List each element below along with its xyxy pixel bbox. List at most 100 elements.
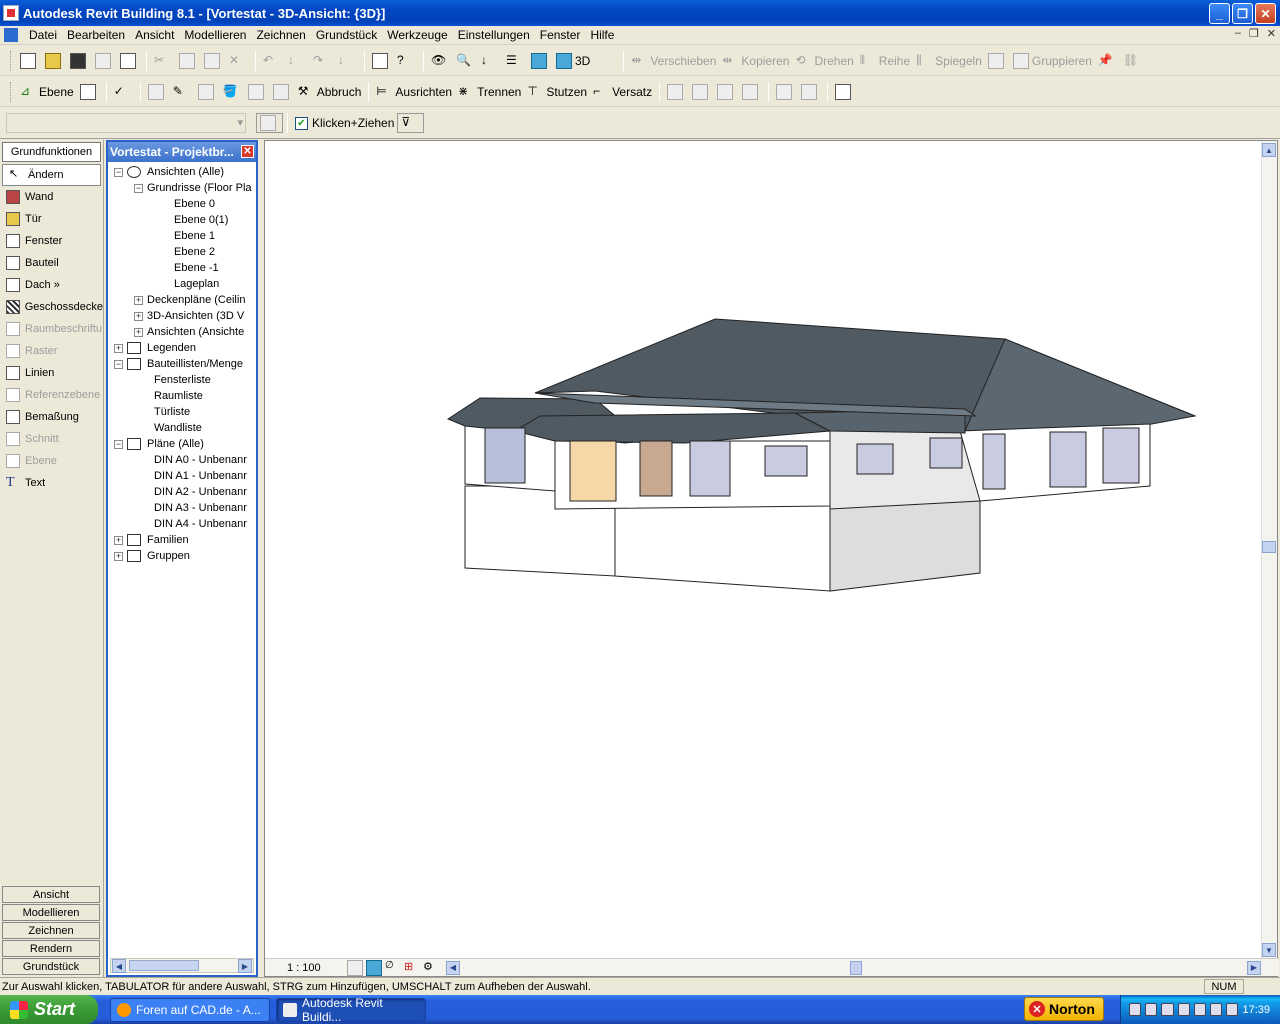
undo-dropdown[interactable]: ↓ <box>285 50 310 72</box>
spelling-button[interactable]: ✓ <box>111 81 136 103</box>
start-button[interactable]: Start <box>0 995 98 1024</box>
tree-node[interactable]: Raumliste <box>108 388 256 404</box>
open-button[interactable] <box>42 50 67 72</box>
view-scale[interactable]: 1 : 100 <box>287 962 347 974</box>
thin-lines-button[interactable]: ☰ <box>503 50 528 72</box>
tree-node[interactable]: Türliste <box>108 404 256 420</box>
collapse-icon[interactable]: − <box>114 439 123 449</box>
tree-node[interactable]: − Grundrisse (Floor Pla <box>108 180 256 196</box>
copy-button[interactable] <box>176 50 201 72</box>
design-item-text[interactable]: T Text <box>0 472 103 494</box>
tree-node[interactable]: − Ansichten (Alle) <box>108 164 256 180</box>
tree-node[interactable]: DIN A2 - Unbenanr <box>108 484 256 500</box>
tool-c-button[interactable] <box>714 81 739 103</box>
menu-bearbeiten[interactable]: Bearbeiten <box>62 28 130 42</box>
undo-button[interactable]: ↶ <box>260 50 285 72</box>
paste-button[interactable] <box>201 50 226 72</box>
scroll-down-arrow-icon[interactable]: ▼ <box>1262 943 1276 957</box>
offset-button[interactable]: ⌐ Versatz <box>590 81 655 103</box>
expand-icon[interactable]: + <box>114 535 123 545</box>
tree-node[interactable]: + Deckenpläne (Ceilin <box>108 292 256 308</box>
menu-modellieren[interactable]: Modellieren <box>179 28 251 42</box>
zoom-dropdown[interactable]: ↓ <box>478 50 503 72</box>
expand-icon[interactable]: + <box>134 311 143 321</box>
split-face-button[interactable] <box>195 81 220 103</box>
design-item-schnitt[interactable]: Schnitt <box>0 428 103 450</box>
view-vscrollbar[interactable]: ▲ ▼ <box>1261 141 1277 959</box>
menu-hilfe[interactable]: Hilfe <box>585 28 619 42</box>
rotate-button[interactable]: ⟲ Drehen <box>792 50 856 72</box>
taskbar-item-firefox[interactable]: Foren auf CAD.de - A... <box>110 997 270 1022</box>
tree-node[interactable]: + Ansichten (Ansichte <box>108 324 256 340</box>
eyedropper-button[interactable]: ✎ <box>170 81 195 103</box>
demolish-button[interactable]: ⚒ Abbruch <box>295 81 365 103</box>
expand-icon[interactable]: + <box>114 551 123 561</box>
tool-a-button[interactable] <box>664 81 689 103</box>
doc-restore-button[interactable]: ❐ <box>1249 27 1259 40</box>
designbar-tab-ansicht[interactable]: Ansicht <box>2 886 100 903</box>
tray-security-icon[interactable] <box>1210 1003 1223 1016</box>
design-item-geschossdecke[interactable]: Geschossdecke <box>0 296 103 318</box>
close-icon[interactable]: ✕ <box>241 145 254 158</box>
help-button[interactable]: ? <box>394 50 419 72</box>
norton-button[interactable]: ✕ Norton <box>1024 997 1104 1021</box>
menu-grundstueck[interactable]: Grundstück <box>311 28 382 42</box>
paint-button[interactable]: 🪣 <box>220 81 245 103</box>
tree-node[interactable]: Lageplan <box>108 276 256 292</box>
design-item-raster[interactable]: Raster <box>0 340 103 362</box>
show-plane-button[interactable] <box>77 81 102 103</box>
detail-level-icon[interactable] <box>347 959 363 976</box>
zoom-button[interactable]: 🔍 <box>453 50 478 72</box>
tool-d-button[interactable] <box>739 81 764 103</box>
copy-element-button[interactable]: ⇹ Kopieren <box>719 50 792 72</box>
default-3d-button[interactable]: 3D <box>553 50 593 72</box>
model-graphics-icon[interactable] <box>366 959 382 976</box>
tree-node[interactable]: + Familien <box>108 532 256 548</box>
tree-node[interactable]: Ebene 0 <box>108 196 256 212</box>
shadows-icon[interactable]: ∅ <box>385 960 401 976</box>
tool-f-button[interactable] <box>798 81 823 103</box>
collapse-icon[interactable]: − <box>134 183 143 193</box>
tray-antivirus-icon[interactable] <box>1177 1003 1190 1016</box>
minimize-button[interactable]: _ <box>1209 3 1230 24</box>
split-button[interactable]: ⋇ Trennen <box>455 81 524 103</box>
tree-node[interactable]: + Legenden <box>108 340 256 356</box>
design-item-bemassung[interactable]: Bemaßung <box>0 406 103 428</box>
designbar-tab-rendern[interactable]: Rendern <box>2 940 100 957</box>
design-item-raumbeschriftung[interactable]: Raumbeschriftu <box>0 318 103 340</box>
menu-werkzeuge[interactable]: Werkzeuge <box>382 28 452 42</box>
tree-node[interactable]: DIN A0 - Unbenanr <box>108 452 256 468</box>
print-button[interactable] <box>117 50 142 72</box>
tree-node[interactable]: + Gruppen <box>108 548 256 564</box>
menu-ansicht[interactable]: Ansicht <box>130 28 179 42</box>
redo-button[interactable]: ↷ <box>310 50 335 72</box>
collapse-icon[interactable]: − <box>114 359 123 369</box>
close-button[interactable]: ✕ <box>1255 3 1276 24</box>
align-button[interactable]: ⊨ Ausrichten <box>373 81 455 103</box>
drag-checkbox-row[interactable]: ✔ Klicken+Ziehen <box>292 112 397 134</box>
document-icon[interactable] <box>4 28 18 42</box>
tree-node[interactable]: Ebene -1 <box>108 260 256 276</box>
element-properties-button[interactable] <box>256 113 283 133</box>
tray-update-icon[interactable] <box>1226 1003 1239 1016</box>
pin-button[interactable]: 📌 <box>1095 50 1120 72</box>
doc-minimize-button[interactable]: – <box>1235 27 1241 40</box>
tree-node[interactable]: Ebene 1 <box>108 228 256 244</box>
3d-view-canvas[interactable]: ▲ ▼ 1 : 100 ∅ ⊞ ⚙ ◀ ▶ <box>264 140 1279 977</box>
taskbar-clock[interactable]: 17:39 <box>1242 1004 1270 1016</box>
menu-einstellungen[interactable]: Einstellungen <box>453 28 535 42</box>
design-item-fenster[interactable]: Fenster <box>0 230 103 252</box>
tree-node[interactable]: − Bauteillisten/Menge <box>108 356 256 372</box>
tree-node[interactable]: − Pläne (Alle) <box>108 436 256 452</box>
tool-b-button[interactable] <box>689 81 714 103</box>
tray-nvidia-icon[interactable] <box>1129 1003 1142 1016</box>
scroll-up-arrow-icon[interactable]: ▲ <box>1262 143 1276 157</box>
move-button[interactable]: ⇹ Verschieben <box>628 50 719 72</box>
tool-e-button[interactable] <box>773 81 798 103</box>
tree-node[interactable]: Ebene 2 <box>108 244 256 260</box>
trim-button[interactable]: ⊤ Stutzen <box>524 81 590 103</box>
match-type-button[interactable] <box>145 81 170 103</box>
expand-icon[interactable]: + <box>134 327 143 337</box>
tree-node[interactable]: Wandliste <box>108 420 256 436</box>
expand-icon[interactable]: + <box>134 295 143 305</box>
